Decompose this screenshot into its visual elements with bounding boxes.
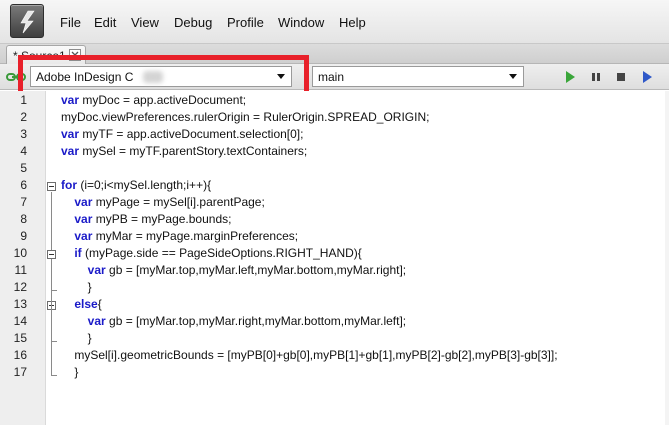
line-number: 11 — [14, 263, 27, 277]
menu-edit[interactable]: Edit — [94, 15, 116, 30]
line-number: 7 — [20, 195, 27, 209]
stop-icon — [617, 73, 625, 81]
line-number: 10 — [13, 246, 27, 260]
menu-bar: File Edit View Debug Profile Window Help — [0, 0, 669, 44]
code-line[interactable]: } — [61, 331, 92, 345]
code-line[interactable]: var myDoc = app.activeDocument; — [61, 93, 246, 107]
step-button[interactable] — [638, 68, 656, 86]
line-number: 16 — [13, 348, 27, 362]
line-number: 3 — [20, 127, 27, 141]
line-number: 9 — [20, 229, 27, 243]
code-line[interactable]: var gb = [myMar.top,myMar.right,myMar.bo… — [61, 314, 406, 328]
fold-toggle-icon[interactable] — [47, 182, 56, 191]
code-line[interactable]: else{ — [61, 297, 101, 311]
fold-end — [51, 375, 57, 376]
menu-profile[interactable]: Profile — [227, 15, 264, 30]
menu-view[interactable]: View — [131, 15, 159, 30]
menu-help[interactable]: Help — [339, 15, 366, 30]
code-line[interactable]: var mySel = myTF.parentStory.textContain… — [61, 144, 307, 158]
step-icon — [643, 71, 652, 83]
code-line[interactable]: } — [61, 280, 92, 294]
menu-debug[interactable]: Debug — [174, 15, 212, 30]
line-number: 2 — [20, 110, 27, 124]
target-function-value: main — [318, 70, 345, 84]
menu-file[interactable]: File — [60, 15, 81, 30]
line-number: 15 — [13, 331, 27, 345]
code-line[interactable]: var myTF = app.activeDocument.selection[… — [61, 127, 303, 141]
line-number: 6 — [20, 178, 27, 192]
code-line[interactable]: myDoc.viewPreferences.rulerOrigin = Rule… — [61, 110, 429, 124]
run-button[interactable] — [561, 68, 579, 86]
pause-button[interactable] — [587, 68, 605, 86]
line-number: 12 — [13, 280, 27, 294]
fold-toggle-icon[interactable] — [47, 250, 56, 259]
code-line[interactable]: } — [61, 365, 78, 379]
line-number: 13 — [13, 297, 27, 311]
code-line[interactable]: for (i=0;i<mySel.length;i++){ — [61, 178, 211, 192]
line-number: 17 — [13, 365, 27, 379]
stop-button[interactable] — [612, 68, 630, 86]
code-line[interactable]: var gb = [myMar.top,myMar.left,myMar.bot… — [61, 263, 406, 277]
line-number: 4 — [20, 144, 27, 158]
code-line[interactable]: mySel[i].geometricBounds = [myPB[0]+gb[0… — [61, 348, 557, 362]
line-number: 14 — [13, 314, 27, 328]
line-number: 1 — [20, 93, 27, 107]
pause-icon — [592, 73, 600, 81]
fold-guide — [51, 269, 52, 375]
line-number: 8 — [20, 212, 27, 226]
vertical-scrollbar[interactable] — [665, 91, 669, 425]
code-line[interactable]: var myPage = mySel[i].parentPage; — [61, 195, 264, 209]
line-number: 5 — [20, 161, 27, 175]
run-icon — [566, 71, 575, 83]
target-function-select[interactable]: main — [312, 66, 524, 87]
chevron-down-icon — [509, 74, 517, 79]
code-editor[interactable]: 1 2 3 4 5 6 7 8 9 10 11 12 13 14 15 16 17 var myDoc = ap… — [0, 91, 669, 425]
extendscript-logo-icon — [10, 4, 44, 38]
code-line[interactable]: if (myPage.side == PageSideOptions.RIGHT… — [61, 246, 361, 260]
line-number-gutter: 1 2 3 4 5 6 7 8 9 10 11 12 13 14 15 16 17 — [0, 91, 46, 425]
menu-window[interactable]: Window — [278, 15, 324, 30]
code-line[interactable]: var myMar = myPage.marginPreferences; — [61, 229, 298, 243]
code-line[interactable]: var myPB = myPage.bounds; — [61, 212, 231, 226]
